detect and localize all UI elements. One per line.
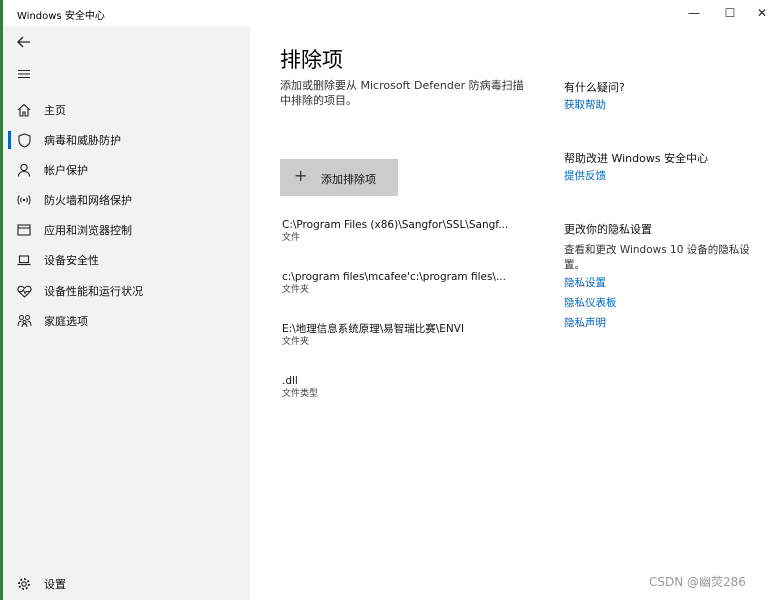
- exclusion-item[interactable]: E:\地理信息系统原理\易智瑞比赛\ENVI 文件夹: [282, 322, 532, 349]
- plus-icon: +: [294, 166, 308, 185]
- sidebar-item-firewall[interactable]: 防火墙和网络保护: [3, 186, 250, 214]
- privacy-statement-link[interactable]: 隐私声明: [564, 313, 764, 333]
- sidebar-item-device-security[interactable]: 设备安全性: [3, 246, 250, 274]
- feedback-section: 帮助改进 Windows 安全中心 提供反馈: [564, 151, 764, 186]
- sidebar-item-settings[interactable]: 设置: [3, 570, 250, 598]
- sidebar-item-label: 应用和浏览器控制: [44, 224, 132, 237]
- privacy-dashboard-link[interactable]: 隐私仪表板: [564, 293, 764, 313]
- sidebar-item-device-performance[interactable]: 设备性能和运行状况: [3, 277, 250, 305]
- gear-icon: [16, 576, 32, 592]
- page-title: 排除项: [280, 48, 343, 72]
- person-icon: [16, 162, 32, 178]
- sidebar-item-label: 设备性能和运行状况: [44, 285, 143, 298]
- sidebar-item-family-options[interactable]: 家庭选项: [3, 307, 250, 335]
- back-arrow-icon: [17, 36, 30, 48]
- exclusion-type: 文件: [282, 233, 301, 243]
- exclusion-type: 文件类型: [282, 389, 319, 399]
- exclusion-type: 文件夹: [282, 285, 310, 295]
- shield-icon: [16, 132, 32, 148]
- back-button[interactable]: [14, 32, 34, 52]
- home-icon: [16, 102, 32, 118]
- exclusion-path: C:\Program Files (x86)\Sangfor\SSL\Sangf…: [282, 219, 509, 231]
- privacy-heading: 更改你的隐私设置: [564, 223, 652, 236]
- help-heading: 有什么疑问?: [564, 81, 625, 94]
- menu-button[interactable]: [14, 64, 34, 84]
- privacy-section: 更改你的隐私设置 查看和更改 Windows 10 设备的隐私设置。 隐私设置 …: [564, 222, 764, 333]
- add-exclusion-button[interactable]: + 添加排除项: [280, 159, 398, 196]
- sidebar-item-label: 主页: [44, 104, 66, 117]
- give-feedback-link[interactable]: 提供反馈: [564, 166, 764, 186]
- page-description: 添加或删除要从 Microsoft Defender 防病毒扫描中排除的项目。: [280, 79, 524, 107]
- heart-pulse-icon: [16, 283, 32, 299]
- laptop-icon: [16, 252, 32, 268]
- title-bar: Windows 安全中心 — ☐ ✕: [3, 0, 774, 26]
- main-content: 排除项 添加或删除要从 Microsoft Defender 防病毒扫描中排除的…: [250, 26, 774, 600]
- wifi-icon: [16, 192, 32, 208]
- sidebar-item-label: 家庭选项: [44, 315, 88, 328]
- feedback-heading: 帮助改进 Windows 安全中心: [564, 152, 709, 165]
- sidebar-item-label: 帐户保护: [44, 164, 88, 177]
- hamburger-icon: [18, 69, 30, 79]
- sidebar-item-label: 病毒和威胁防护: [44, 134, 121, 147]
- sidebar-item-app-browser-control[interactable]: 应用和浏览器控制: [3, 216, 250, 244]
- exclusion-item[interactable]: .dll 文件类型: [282, 374, 532, 401]
- exclusion-path: .dll: [282, 375, 298, 387]
- exclusion-path: E:\地理信息系统原理\易智瑞比赛\ENVI: [282, 323, 465, 335]
- privacy-description: 查看和更改 Windows 10 设备的隐私设置。: [564, 244, 750, 271]
- app-window-icon: [16, 222, 32, 238]
- exclusion-path: c:\program files\mcafee'c:\program files…: [282, 271, 506, 283]
- close-button[interactable]: ✕: [743, 0, 774, 26]
- sidebar-item-home[interactable]: 主页: [3, 96, 250, 124]
- get-help-link[interactable]: 获取帮助: [564, 95, 764, 115]
- privacy-settings-link[interactable]: 隐私设置: [564, 273, 764, 293]
- window-title: Windows 安全中心: [17, 11, 105, 22]
- sidebar: 主页 病毒和威胁防护 帐户保护 防火墙和网络保护 应用和浏览器控制 设备安全性 …: [3, 26, 250, 600]
- minimize-button[interactable]: —: [675, 0, 713, 26]
- app-window: Windows 安全中心 — ☐ ✕ 主页 病毒和威胁防护 帐户保护 防火墙和网…: [0, 0, 774, 600]
- sidebar-item-label: 设备安全性: [44, 254, 99, 267]
- exclusion-type: 文件夹: [282, 337, 310, 347]
- sidebar-item-virus-protection[interactable]: 病毒和威胁防护: [3, 126, 250, 154]
- watermark: CSDN @幽荧286: [649, 575, 746, 589]
- family-icon: [16, 313, 32, 329]
- sidebar-item-label: 设置: [44, 578, 66, 591]
- add-exclusion-label: 添加排除项: [321, 173, 376, 186]
- help-section: 有什么疑问? 获取帮助: [564, 80, 764, 115]
- exclusion-item[interactable]: C:\Program Files (x86)\Sangfor\SSL\Sangf…: [282, 218, 532, 245]
- sidebar-item-account-protection[interactable]: 帐户保护: [3, 156, 250, 184]
- exclusion-item[interactable]: c:\program files\mcafee'c:\program files…: [282, 270, 532, 297]
- sidebar-item-label: 防火墙和网络保护: [44, 194, 132, 207]
